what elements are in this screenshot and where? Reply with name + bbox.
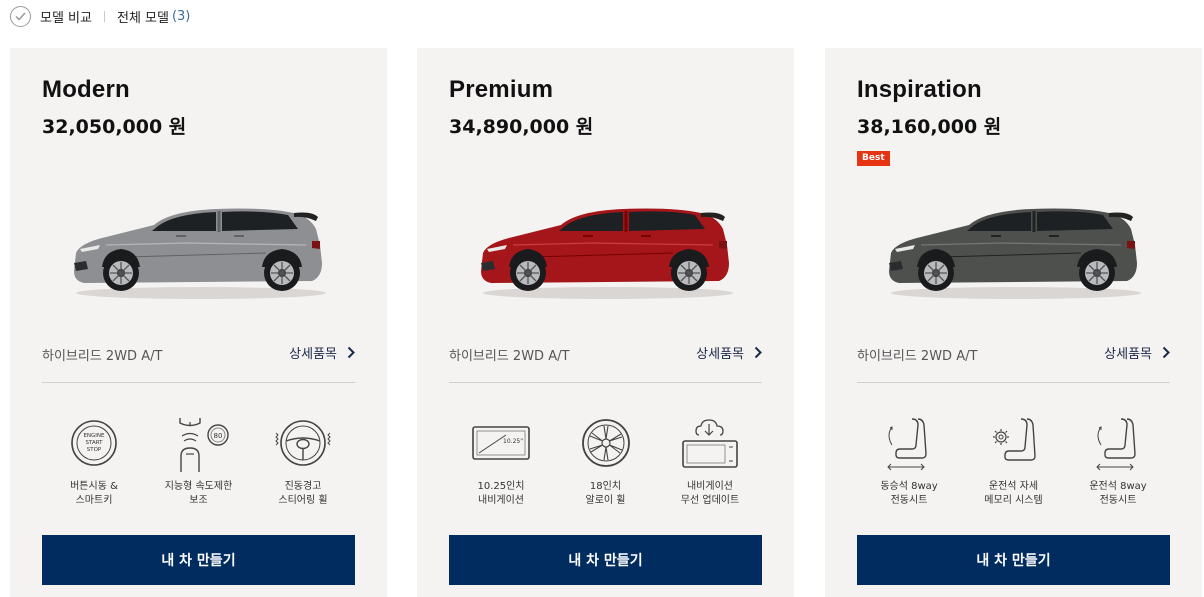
model-price: 32,050,000 원 — [42, 116, 187, 138]
feature-label: 운전석 8way 전동시트 — [1089, 481, 1147, 506]
feature-label: 지능형 속도제한 보조 — [164, 481, 233, 506]
build-my-car-button[interactable]: 내 차 만들기 — [42, 535, 355, 585]
build-my-car-button[interactable]: 내 차 만들기 — [449, 535, 762, 585]
divider — [857, 382, 1170, 383]
model-card-premium: Premium 34,890,000 원 하이브리드 2WD A/T 상세품목 — [417, 48, 794, 597]
feature-item: ENGINE START STOP 버튼시동 & 스마트키 — [42, 414, 146, 508]
build-my-car-button[interactable]: 내 차 만들기 — [857, 535, 1170, 585]
trim-label: 하이브리드 2WD A/T — [857, 349, 978, 364]
feature-item: 운전석 8way 전동시트 — [1066, 414, 1170, 508]
feature-list: 10.25" 10.25인치 내비게이션 18인치 알로이 휠 내비게이션 무선… — [449, 414, 762, 508]
detail-items-link[interactable]: 상세품목 — [696, 343, 762, 362]
feature-label: 운전석 자세 메모리 시스템 — [984, 481, 1043, 506]
vibrating-steering-wheel-icon — [271, 414, 335, 472]
feature-label: 18인치 알로이 휠 — [585, 481, 626, 506]
divider — [103, 10, 105, 22]
power-seat-icon — [877, 414, 941, 472]
car-image — [74, 208, 326, 299]
divider — [449, 382, 762, 383]
model-price: 34,890,000 원 — [449, 116, 594, 138]
feature-item: 10.25" 10.25인치 내비게이션 — [449, 414, 553, 508]
chevron-right-icon — [754, 346, 762, 359]
screen-size-label: 10.25" — [503, 438, 523, 445]
detail-items-link[interactable]: 상세품목 — [1104, 343, 1170, 362]
feature-list: 동승석 8way 전동시트 운전석 자세 메모리 시스템 운전석 8way 전동… — [857, 414, 1170, 508]
detail-items-label: 상세품목 — [1104, 347, 1152, 362]
feature-item: 진동경고 스티어링 휠 — [251, 414, 355, 508]
model-card-modern: Modern 32,050,000 원 하이브리드 2WD A/T 상세품목 E… — [10, 48, 387, 597]
all-models-count: (3) — [171, 8, 191, 24]
best-badge: Best — [857, 151, 890, 166]
feature-label: 10.25인치 내비게이션 — [477, 481, 525, 506]
all-models-label: 전체 모델 — [116, 10, 169, 26]
feature-item: 80 지능형 속도제한 보조 — [147, 414, 251, 508]
svg-text:STOP: STOP — [87, 447, 102, 453]
ota-update-icon — [678, 414, 742, 472]
svg-text:ENGINE: ENGINE — [83, 433, 105, 439]
divider — [42, 382, 355, 383]
feature-list: ENGINE START STOP 버튼시동 & 스마트키 80 지능형 속도제… — [42, 414, 355, 508]
car-image — [889, 208, 1141, 299]
alloy-wheel-icon — [574, 414, 638, 472]
power-seat-icon — [1086, 414, 1150, 472]
feature-item: 운전석 자세 메모리 시스템 — [962, 414, 1066, 508]
feature-label: 동승석 8way 전동시트 — [880, 481, 938, 506]
compare-check-icon[interactable] — [10, 5, 31, 27]
svg-text:START: START — [86, 440, 104, 446]
model-name: Modern — [42, 76, 130, 103]
compare-models-label[interactable]: 모델 비교 — [40, 7, 92, 26]
model-filter-bar: 모델 비교 전체 모델 (3) — [10, 5, 190, 27]
feature-item: 동승석 8way 전동시트 — [857, 414, 961, 508]
navigation-screen-icon: 10.25" — [469, 414, 533, 472]
model-name: Premium — [449, 76, 554, 103]
feature-item: 18인치 알로이 휠 — [554, 414, 658, 508]
feature-label: 버튼시동 & 스마트키 — [70, 481, 118, 506]
seat-memory-icon — [982, 414, 1046, 472]
svg-text:80: 80 — [213, 432, 222, 440]
detail-items-label: 상세품목 — [289, 347, 337, 362]
trim-label: 하이브리드 2WD A/T — [449, 349, 570, 364]
feature-label: 진동경고 스티어링 휠 — [278, 481, 328, 506]
speed-limit-icon: 80 — [167, 414, 231, 472]
feature-item: 내비게이션 무선 업데이트 — [658, 414, 762, 508]
detail-items-label: 상세품목 — [696, 347, 744, 362]
feature-label: 내비게이션 무선 업데이트 — [680, 481, 740, 506]
engine-start-icon: ENGINE START STOP — [62, 414, 126, 472]
model-card-inspiration: Inspiration 38,160,000 원 Best 하이브리드 2WD … — [825, 48, 1202, 597]
trim-label: 하이브리드 2WD A/T — [42, 349, 163, 364]
car-image — [481, 208, 733, 299]
model-name: Inspiration — [857, 76, 982, 103]
chevron-right-icon — [1162, 346, 1170, 359]
model-price: 38,160,000 원 — [857, 116, 1002, 138]
chevron-right-icon — [347, 346, 355, 359]
detail-items-link[interactable]: 상세품목 — [289, 343, 355, 362]
